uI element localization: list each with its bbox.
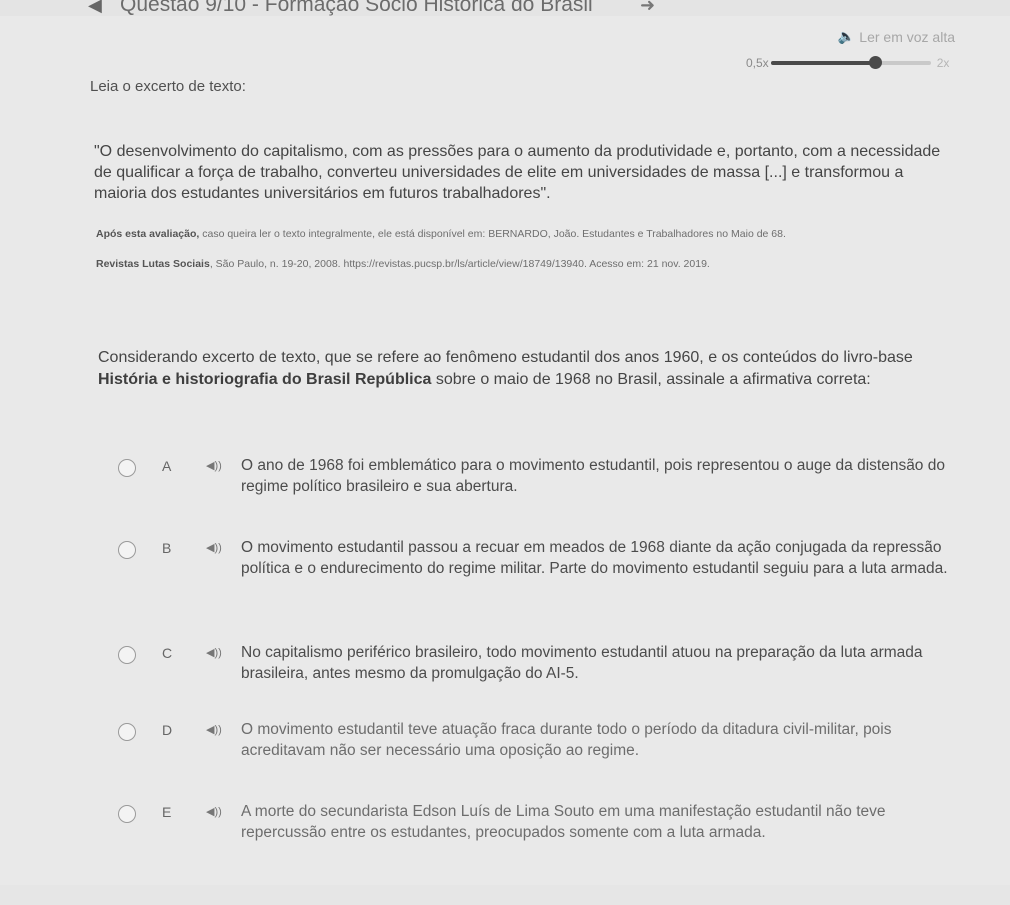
option-letter: D — [162, 722, 173, 738]
question-prompt: Considerando excerto de texto, que se re… — [98, 347, 944, 391]
option-letter: E — [162, 804, 172, 820]
question-title: Questão 9/10 - Formação Sócio Histórica … — [120, 0, 593, 16]
source-bold: Após esta avaliação, — [96, 228, 200, 240]
radio-button[interactable] — [118, 646, 136, 664]
question-header: ◀ Questão 9/10 - Formação Sócio Históric… — [0, 0, 1010, 16]
option-text: A morte do secundarista Edson Luís de Li… — [241, 803, 886, 841]
option-text: O movimento estudantil passou a recuar e… — [241, 539, 948, 577]
speed-slider-thumb[interactable] — [868, 56, 882, 69]
option-letter: A — [162, 458, 172, 474]
source-text: caso queira ler o texto integralmente, e… — [199, 228, 786, 240]
prompt-book-title: História e historiografia do Brasil Repú… — [98, 371, 432, 388]
speaker-icon[interactable]: ◀)) — [206, 805, 222, 818]
bottom-bar — [0, 885, 1010, 905]
speaker-icon[interactable]: ◀)) — [206, 541, 222, 554]
option-text: No capitalismo periférico brasileiro, to… — [241, 644, 923, 682]
excerpt-source: Após esta avaliação, caso queira ler o t… — [96, 219, 976, 279]
speaker-icon[interactable]: ◀)) — [206, 646, 222, 659]
radio-button[interactable] — [118, 805, 136, 823]
radio-button[interactable] — [118, 541, 136, 559]
instruction-lead: Leia o excerto de texto: — [90, 78, 246, 95]
source-text-2: , São Paulo, n. 19-20, 2008. https://rev… — [209, 258, 710, 270]
speaker-icon[interactable]: ◀)) — [206, 723, 222, 736]
prompt-start: Considerando excerto de texto, que se re… — [98, 349, 913, 366]
speaker-icon: 🔈 — [837, 28, 856, 44]
speed-slider[interactable] — [770, 56, 931, 69]
option-letter: C — [162, 645, 173, 661]
prompt-end: sobre o maio de 1968 no Brasil, assinale… — [431, 371, 871, 388]
read-aloud-button[interactable]: 🔈 Ler em voz alta — [838, 28, 955, 45]
option-text: O movimento estudantil teve atuação frac… — [241, 721, 892, 759]
option-letter: B — [162, 540, 172, 556]
arrow-right-icon[interactable]: ➜ — [640, 0, 655, 14]
radio-button[interactable] — [118, 459, 136, 477]
option-text: O ano de 1968 foi emblemático para o mov… — [241, 457, 945, 495]
speed-slider-fill — [770, 61, 875, 65]
speed-min-label: 0,5x — [746, 56, 769, 70]
excerpt-quote: "O desenvolvimento do capitalismo, com a… — [94, 143, 941, 202]
source-bold-2: Revistas Lutas Sociais — [96, 258, 210, 270]
speed-control: 0,5x 2x — [746, 56, 949, 70]
arrow-left-icon[interactable]: ◀ — [88, 0, 102, 14]
speaker-icon[interactable]: ◀)) — [206, 459, 222, 472]
radio-button[interactable] — [118, 723, 136, 741]
speed-max-label: 2x — [936, 56, 950, 70]
read-aloud-label: Ler em voz alta — [859, 28, 955, 45]
